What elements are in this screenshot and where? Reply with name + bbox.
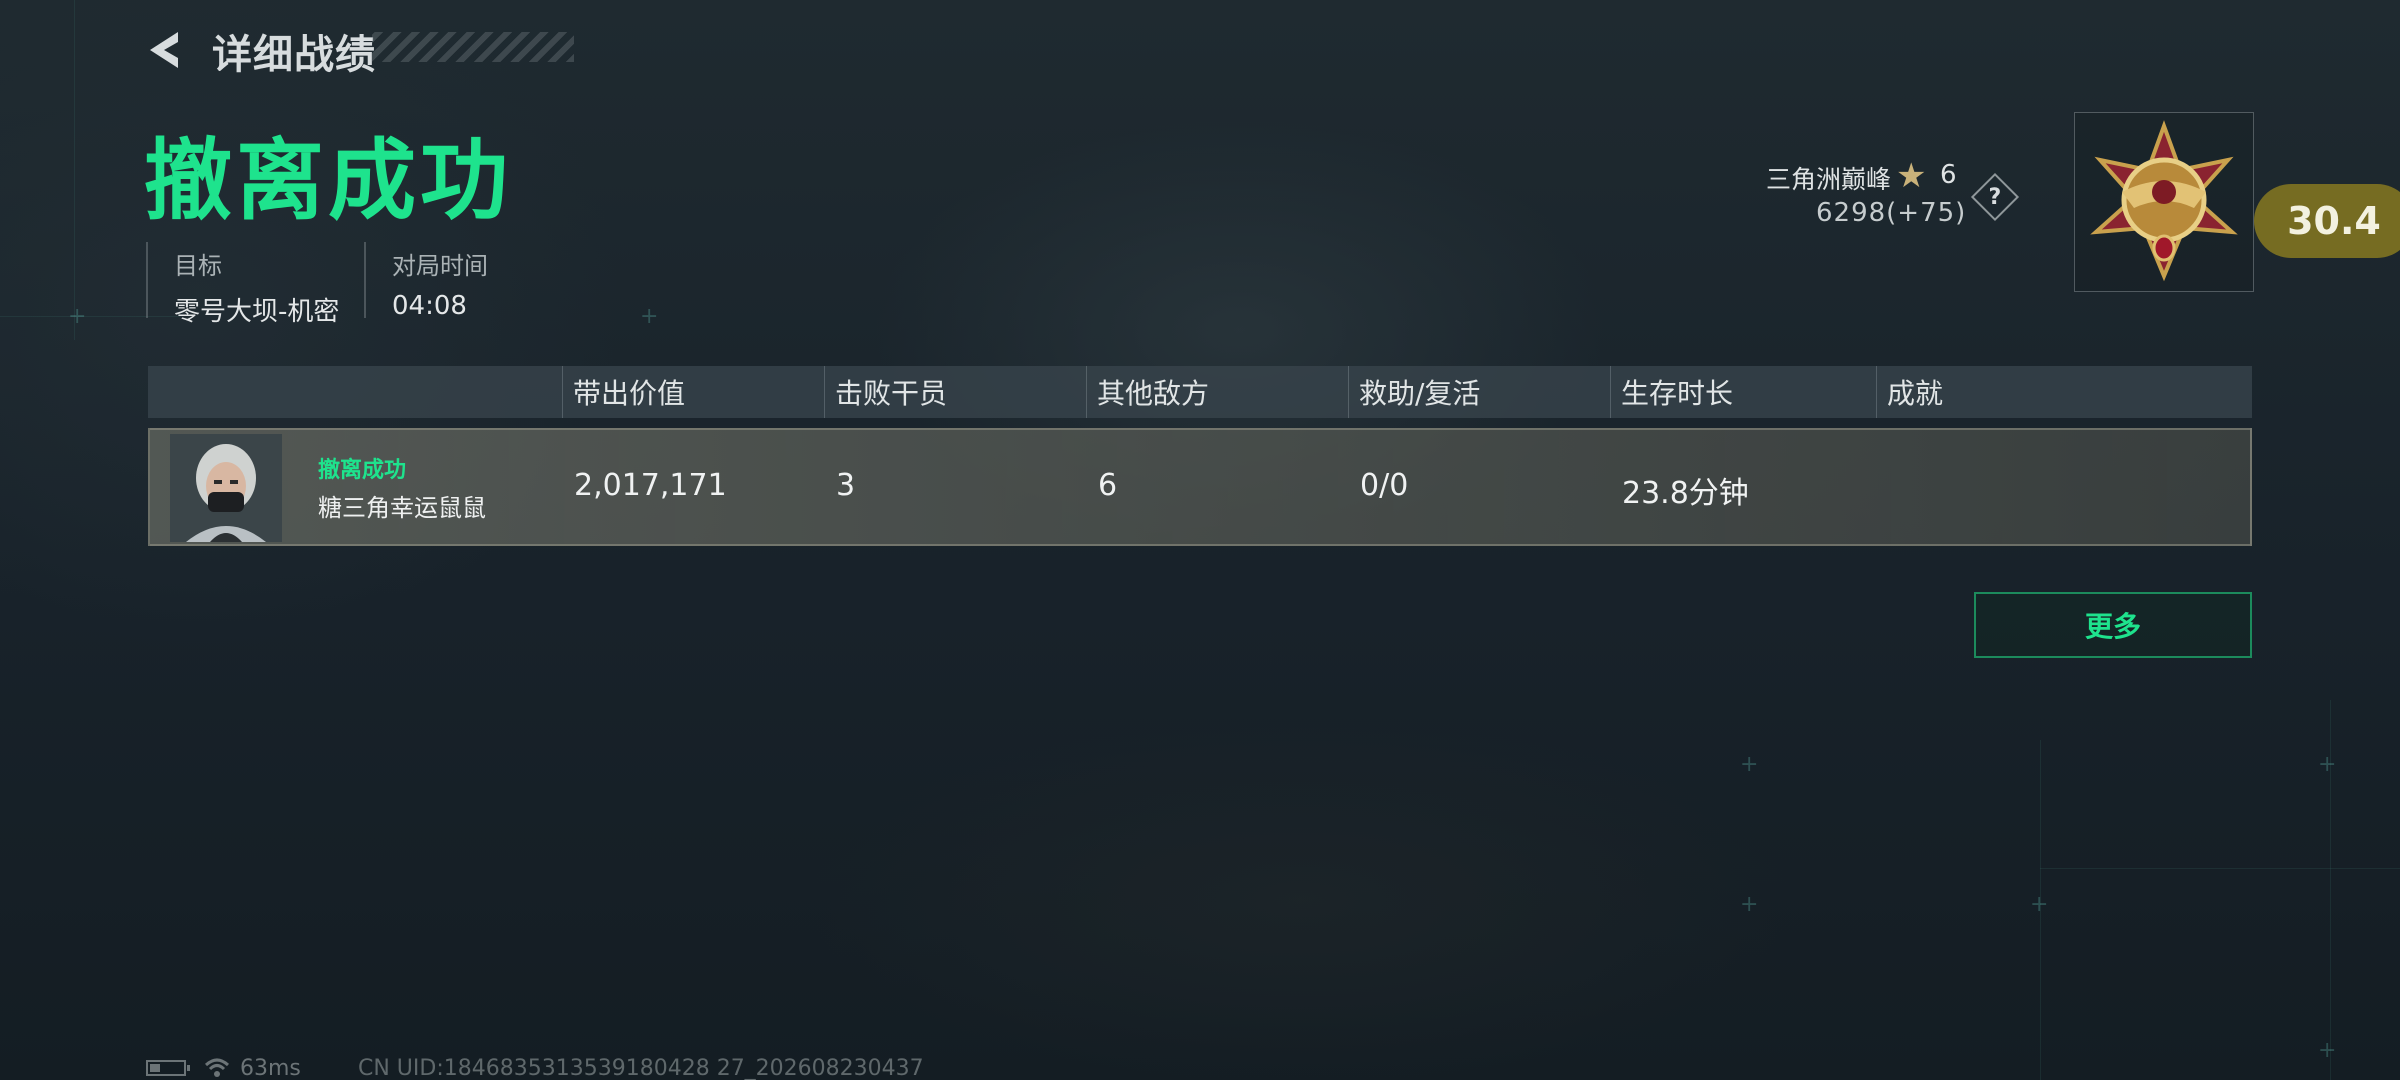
rank-score: 6298(+75) [1816, 198, 1967, 228]
survival-time-value: 23.8分钟 [1622, 476, 1749, 511]
battery-icon [146, 1060, 190, 1076]
more-button[interactable]: 更多 [1974, 592, 2252, 658]
duration-label: 对局时间 [392, 252, 488, 280]
other-enemies-value: 6 [1098, 468, 1118, 503]
column-header: 生存时长 [1610, 366, 1733, 418]
wifi-icon [204, 1058, 230, 1077]
column-header: 击败干员 [824, 366, 947, 418]
table-header: 带出价值 击败干员 其他敌方 救助/复活 生存时长 成就 [148, 366, 2252, 418]
crosshair-icon: + [2030, 892, 2049, 917]
rating-badge: 30.4 [2254, 184, 2400, 258]
grid-line [74, 0, 75, 340]
crosshair-icon: + [1740, 892, 1759, 917]
extracted-value: 2,017,171 [574, 468, 727, 503]
assist-revive-value: 0/0 [1360, 468, 1409, 503]
avatar [170, 434, 282, 542]
column-header: 成就 [1876, 366, 1943, 418]
result-title: 撤离成功 [144, 129, 513, 232]
ping-value: 63ms [240, 1055, 301, 1080]
table-row[interactable]: 撤离成功 糖三角幸运鼠鼠 2,017,171 3 6 0/0 23.8分钟 [148, 428, 2252, 546]
crosshair-icon: + [1740, 752, 1759, 777]
objective-value: 零号大坝-机密 [174, 297, 340, 327]
operator-portrait-icon [170, 434, 282, 542]
duration-value: 04:08 [392, 291, 467, 321]
star-icon: ★ [1896, 156, 1927, 196]
rank-level: 6 [1940, 160, 1957, 190]
title-decoration [372, 32, 574, 62]
uid-text: CN UID:1846835313539180428 27_2026082304… [358, 1055, 924, 1080]
crosshair-icon: + [68, 304, 87, 329]
column-header: 带出价值 [562, 366, 685, 418]
crosshair-icon: + [2318, 1038, 2337, 1063]
back-arrow-icon [150, 32, 178, 68]
duration-block: 对局时间 04:08 [364, 242, 488, 321]
row-status: 撤离成功 [318, 458, 407, 483]
back-button[interactable] [140, 24, 192, 76]
player-name: 糖三角幸运鼠鼠 [318, 494, 486, 522]
help-icon: ? [1988, 184, 2002, 210]
crosshair-icon: + [640, 304, 659, 329]
rank-name: 三角洲巅峰 [1766, 165, 1892, 194]
grid-line [2040, 868, 2400, 869]
objective-block: 目标 零号大坝-机密 [146, 242, 339, 327]
column-header: 其他敌方 [1086, 366, 1209, 418]
page-title: 详细战绩 [212, 32, 376, 78]
status-bar: 63ms CN UID:1846835313539180428 27_20260… [146, 1054, 924, 1080]
column-header: 救助/复活 [1348, 366, 1480, 418]
rank-medal[interactable] [2074, 112, 2254, 292]
objective-label: 目标 [174, 252, 222, 280]
crosshair-icon: + [2318, 752, 2337, 777]
medal-icon [2090, 120, 2238, 282]
kills-value: 3 [836, 468, 856, 503]
